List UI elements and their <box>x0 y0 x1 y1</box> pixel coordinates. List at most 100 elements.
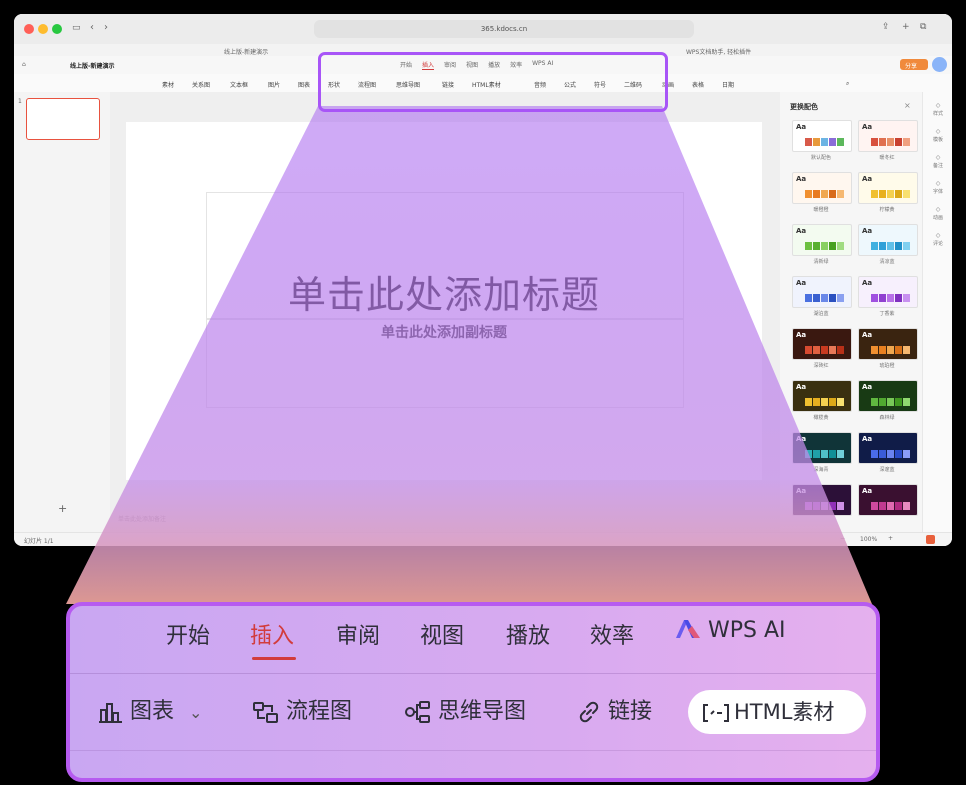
swatch-aa-label: Aa <box>862 175 873 183</box>
theme-swatch[interactable]: Aa <box>792 172 852 204</box>
swatch-color <box>895 450 902 458</box>
swatch-name: 深海青 <box>813 467 829 473</box>
toolbar-item[interactable]: 文本框 <box>230 80 248 89</box>
browser-titlebar: ▭ ‹ › 365.kdocs.cn ⇪ + ⧉ <box>14 14 952 45</box>
play-icon[interactable] <box>926 535 935 544</box>
slide-subtitle-placeholder[interactable]: 单击此处添加副标题 <box>206 322 682 342</box>
theme-swatch[interactable]: Aa <box>858 224 918 256</box>
search-icon[interactable]: ⌕ <box>846 80 849 88</box>
tab-view[interactable]: 视图 <box>420 618 464 650</box>
chevron-down-icon[interactable]: ⌄ <box>189 703 202 722</box>
share-button[interactable]: 分享 <box>900 59 928 70</box>
tab-play[interactable]: 播放 <box>506 618 550 650</box>
theme-swatch[interactable]: Aa <box>858 484 918 516</box>
forward-icon[interactable]: › <box>104 22 108 33</box>
side-strip-icon[interactable]: ◇ <box>931 128 945 135</box>
swatch-color-bars <box>871 450 911 458</box>
add-slide-icon[interactable]: + <box>58 502 67 515</box>
theme-swatch[interactable]: Aa <box>792 432 852 464</box>
extension-notice[interactable]: WPS文档助手, 轻松插件 <box>686 47 751 56</box>
browser-tab[interactable]: 线上版-新建演示 <box>224 47 268 56</box>
swatch-color <box>903 346 910 354</box>
notes-placeholder[interactable]: 单击此处添加备注 <box>118 514 166 523</box>
tab-review[interactable]: 审阅 <box>336 618 380 650</box>
zoomed-ribbon: 开始 插入 审阅 视图 播放 效率 WPS AI 图表 ⌄ 流程图 思维导图 链… <box>66 602 880 782</box>
zoom-level[interactable]: 100% <box>860 536 877 543</box>
wps-ai-logo-icon <box>676 620 700 638</box>
theme-swatch[interactable]: Aa <box>858 276 918 308</box>
theme-swatch[interactable]: Aa <box>858 380 918 412</box>
chart-label: 图表 <box>130 699 175 724</box>
swatch-color <box>887 242 894 250</box>
theme-swatch[interactable]: Aa <box>792 328 852 360</box>
chart-button[interactable]: 图表 ⌄ <box>98 692 202 732</box>
side-strip-icon[interactable]: ◇ <box>931 154 945 161</box>
theme-color-panel: 更换配色 × Aa 默认配色 Aa 暖冬红 Aa 暖橙橙 Aa 柠檬黄 Aa 清新绿 Aa 清凉蓝 Aa… <box>780 92 922 532</box>
slide-title-placeholder[interactable]: 单击此处添加标题 <box>206 264 682 319</box>
swatch-color <box>805 502 812 510</box>
swatch-color <box>821 502 828 510</box>
swatch-color-bars <box>871 502 911 510</box>
swatch-aa-label: Aa <box>862 383 873 391</box>
address-bar[interactable]: 365.kdocs.cn <box>314 20 694 38</box>
theme-swatch[interactable]: Aa <box>792 276 852 308</box>
swatch-color-bars <box>805 190 845 198</box>
address-text: 365.kdocs.cn <box>480 25 528 33</box>
swatch-name: 深砖红 <box>813 363 829 369</box>
theme-swatch[interactable]: Aa <box>858 172 918 204</box>
home-icon[interactable]: ⌂ <box>22 61 26 68</box>
back-icon[interactable]: ‹ <box>90 22 94 33</box>
theme-swatch[interactable]: Aa <box>858 328 918 360</box>
document-title[interactable]: 线上版-新建演示 <box>70 61 115 70</box>
swatch-color <box>837 242 844 250</box>
avatar[interactable] <box>932 57 947 72</box>
minimize-window-button[interactable] <box>38 24 48 34</box>
html-material-button[interactable]: HTML素材 <box>688 690 866 734</box>
tab-wps-ai[interactable]: WPS AI <box>674 618 786 643</box>
swatch-color <box>805 346 812 354</box>
theme-swatch[interactable]: Aa <box>792 380 852 412</box>
side-strip-icon[interactable]: ◇ <box>931 102 945 109</box>
toolbar-item[interactable]: 日期 <box>722 80 734 89</box>
swatch-name: 湖泊蓝 <box>813 311 829 317</box>
swatch-color <box>895 346 902 354</box>
theme-swatch[interactable]: Aa <box>792 120 852 152</box>
tab-efficiency[interactable]: 效率 <box>590 618 634 650</box>
flowchart-button[interactable]: 流程图 <box>252 692 352 732</box>
toolbar-item[interactable]: 关系图 <box>192 80 210 89</box>
toolbar-item[interactable]: 素材 <box>162 80 174 89</box>
share-icon[interactable]: ⇪ <box>882 22 890 32</box>
new-tab-icon[interactable]: + <box>902 22 910 32</box>
side-strip-icon[interactable]: ◇ <box>931 206 945 213</box>
zoom-source-highlight <box>318 52 668 112</box>
slide-thumbnail[interactable] <box>26 98 100 140</box>
swatch-color <box>895 502 902 510</box>
toolbar-item[interactable]: 图表 <box>298 80 310 89</box>
swatch-color <box>805 398 812 406</box>
tab-overview-icon[interactable]: ⧉ <box>920 22 926 32</box>
swatch-color <box>895 190 902 198</box>
theme-swatch[interactable]: Aa <box>858 432 918 464</box>
close-window-button[interactable] <box>24 24 34 34</box>
mindmap-button[interactable]: 思维导图 <box>404 692 526 732</box>
tab-start[interactable]: 开始 <box>166 618 210 650</box>
zoom-in-icon[interactable]: + <box>888 535 893 542</box>
theme-swatch[interactable]: Aa <box>792 484 852 516</box>
tab-insert[interactable]: 插入 <box>250 618 294 650</box>
theme-swatch[interactable]: Aa <box>792 224 852 256</box>
swatch-color <box>837 346 844 354</box>
swatch-color <box>837 398 844 406</box>
toolbar-item[interactable]: 图片 <box>268 80 280 89</box>
link-button[interactable]: 链接 <box>576 692 652 732</box>
side-strip-icon[interactable]: ◇ <box>931 180 945 187</box>
toolbar-item[interactable]: 表格 <box>692 80 704 89</box>
swatch-color <box>813 294 820 302</box>
zoom-window-button[interactable] <box>52 24 62 34</box>
swatch-color <box>837 450 844 458</box>
theme-swatch[interactable]: Aa <box>858 120 918 152</box>
flowchart-label: 流程图 <box>286 699 353 724</box>
swatch-color <box>829 346 836 354</box>
zoom-out-icon[interactable]: − <box>840 535 845 542</box>
sidebar-toggle-icon[interactable]: ▭ <box>72 23 81 33</box>
side-strip-icon[interactable]: ◇ <box>931 232 945 239</box>
